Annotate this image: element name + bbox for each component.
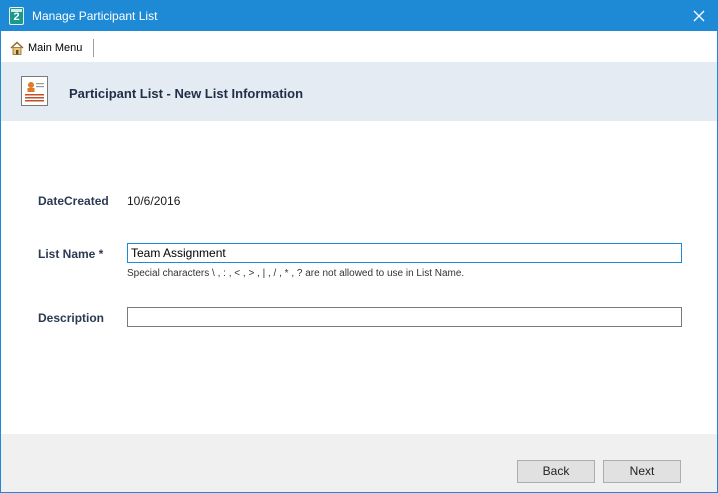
participant-list-icon [21, 76, 48, 106]
main-menu-button[interactable]: Main Menu [9, 39, 82, 57]
date-created-label: DateCreated [38, 194, 109, 208]
menu-separator [93, 39, 94, 57]
date-created-value: 10/6/2016 [127, 194, 181, 208]
form-area: DateCreated 10/6/2016 List Name * Specia… [1, 121, 717, 434]
footer-bar: Back Next [1, 434, 717, 492]
description-label: Description [38, 311, 105, 325]
main-menu-label: Main Menu [28, 42, 83, 54]
back-button[interactable]: Back [517, 460, 595, 483]
menu-bar: Main Menu [1, 31, 717, 62]
manage-participant-list-window: 2 Manage Participant List Main Menu Part… [0, 0, 718, 493]
list-name-input[interactable] [127, 243, 682, 263]
description-input[interactable] [127, 307, 682, 327]
home-icon [10, 41, 24, 55]
app-icon: 2 [9, 7, 24, 25]
page-title: Participant List - New List Information [69, 86, 304, 101]
next-button[interactable]: Next [603, 460, 681, 483]
close-icon [693, 10, 705, 22]
title-bar[interactable]: 2 Manage Participant List [1, 1, 717, 31]
list-name-label: List Name * [38, 247, 104, 261]
list-name-hint: Special characters \ , : , < , > , | , /… [127, 268, 465, 279]
window-title: Manage Participant List [32, 9, 158, 23]
page-header: Participant List - New List Information [1, 62, 717, 121]
close-button[interactable] [689, 6, 709, 26]
